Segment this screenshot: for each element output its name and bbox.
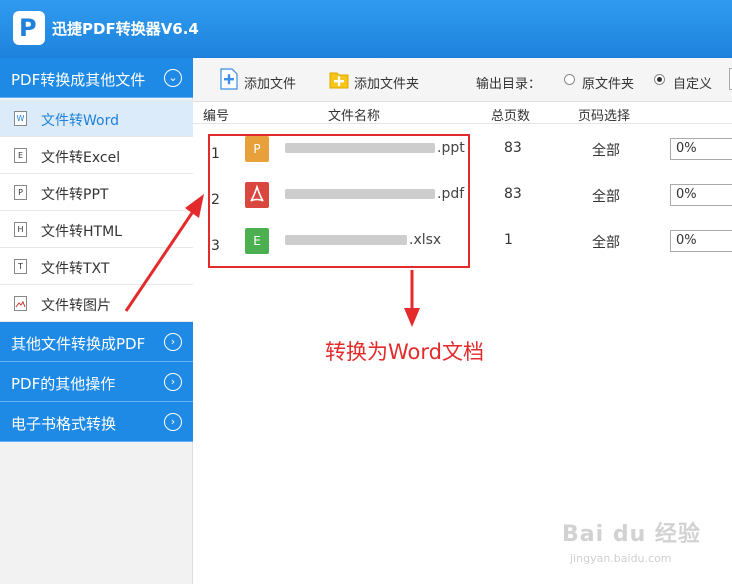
category-pdf-to-other[interactable]: PDF转换成其他文件 ⌄: [0, 58, 193, 98]
total-pages: 83: [504, 140, 522, 156]
category-ebook-conversion[interactable]: 电子书格式转换 ›: [0, 402, 193, 442]
header-file-name: 文件名称: [328, 109, 381, 124]
excel-file-icon: E: [14, 148, 27, 163]
output-directory-label: 输出目录：: [476, 77, 542, 92]
header-index: 编号: [203, 109, 230, 124]
chevron-right-icon: ›: [164, 413, 182, 431]
baidu-watermark-logo: Bai du 经验: [562, 522, 701, 547]
sidebar-item-to-html[interactable]: H 文件转HTML: [0, 211, 193, 248]
progress-field: 0%: [670, 184, 732, 206]
progress-field: 0%: [670, 230, 732, 252]
category-other-to-pdf[interactable]: 其他文件转换成PDF ›: [0, 322, 193, 362]
conversion-list: W 文件转Word E 文件转Excel P 文件转PPT H 文件转HTML …: [0, 100, 193, 322]
chevron-right-icon: ›: [164, 333, 182, 351]
custom-folder-label: 自定义: [673, 77, 713, 92]
file-table-header: 编号 文件名称 总页数 页码选择: [193, 102, 732, 124]
original-folder-radio[interactable]: [564, 74, 575, 85]
category-label: PDF转换成其他文件: [11, 71, 146, 89]
add-folder-label: 添加文件夹: [354, 77, 420, 92]
chevron-right-icon: ›: [164, 373, 182, 391]
sidebar-item-label: 文件转HTML: [41, 224, 122, 240]
sidebar-item-label: 文件转PPT: [41, 187, 109, 203]
category-label: 电子书格式转换: [11, 415, 117, 433]
chevron-down-icon: ⌄: [164, 69, 182, 87]
sidebar: PDF转换成其他文件 ⌄ W 文件转Word E 文件转Excel P 文件转P…: [0, 58, 193, 584]
sidebar-item-label: 文件转Excel: [41, 150, 121, 166]
sidebar-item-to-txt[interactable]: T 文件转TXT: [0, 248, 193, 285]
header-page-range: 页码选择: [578, 109, 631, 124]
annotation-text: 转换为Word文档: [325, 340, 484, 364]
progress-field: 0%: [670, 138, 732, 160]
page-range: 全部: [592, 189, 620, 205]
add-file-icon: [220, 68, 238, 90]
highlight-box: [208, 134, 470, 268]
page-range: 全部: [592, 235, 620, 251]
add-folder-icon: [329, 72, 349, 89]
title-bar: P 迅捷PDF转换器V6.4: [0, 0, 732, 58]
header-total-pages: 总页数: [491, 109, 531, 124]
sidebar-item-label: 文件转Word: [41, 113, 119, 129]
watermark-url: jingyan.baidu.com: [570, 552, 672, 565]
app-logo-icon: P: [13, 11, 45, 45]
sidebar-item-to-image[interactable]: 文件转图片: [0, 285, 193, 322]
sidebar-item-to-ppt[interactable]: P 文件转PPT: [0, 174, 193, 211]
image-file-icon: [14, 296, 27, 311]
app-title: 迅捷PDF转换器V6.4: [52, 20, 199, 38]
add-file-label: 添加文件: [244, 77, 297, 92]
toolbar: 添加文件 添加文件夹 输出目录： 原文件夹 自定义: [193, 58, 732, 102]
sidebar-item-to-excel[interactable]: E 文件转Excel: [0, 137, 193, 174]
total-pages: 1: [504, 232, 513, 248]
word-file-icon: W: [14, 111, 27, 126]
custom-folder-radio[interactable]: [654, 74, 665, 85]
page-range: 全部: [592, 143, 620, 159]
sidebar-item-label: 文件转TXT: [41, 261, 110, 277]
ppt-file-icon: P: [14, 185, 27, 200]
txt-file-icon: T: [14, 259, 27, 274]
total-pages: 83: [504, 186, 522, 202]
category-label: 其他文件转换成PDF: [11, 335, 146, 353]
original-folder-label: 原文件夹: [582, 77, 635, 92]
sidebar-item-label: 文件转图片: [41, 298, 111, 314]
sidebar-item-to-word[interactable]: W 文件转Word: [0, 100, 193, 137]
category-pdf-operations[interactable]: PDF的其他操作 ›: [0, 362, 193, 402]
html-file-icon: H: [14, 222, 27, 237]
category-label: PDF的其他操作: [11, 375, 116, 393]
